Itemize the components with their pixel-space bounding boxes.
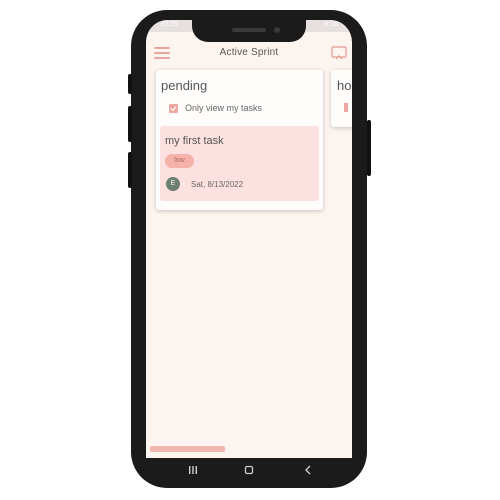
next-column-peek[interactable]: ho xyxy=(331,70,352,127)
phone-volume-down-button xyxy=(128,152,132,188)
column-title: pending xyxy=(161,78,208,93)
filter-label: Only view my tasks xyxy=(185,103,263,113)
task-date: Sat, 8/13/2022 xyxy=(191,180,244,189)
camera-notch xyxy=(192,20,306,42)
cast-icon[interactable] xyxy=(331,46,347,60)
task-card[interactable]: my first task low E Sat, 8/13/2022 xyxy=(160,126,319,201)
android-nav-bar xyxy=(146,458,352,482)
front-camera xyxy=(274,27,280,33)
status-indicator: 5:16 xyxy=(324,21,338,28)
page-title: Active Sprint xyxy=(219,47,279,58)
priority-badge: low xyxy=(165,154,194,168)
next-column-checkbox xyxy=(344,103,348,112)
checkmark-icon xyxy=(170,105,177,111)
horizontal-scrollbar[interactable] xyxy=(150,446,225,452)
home-icon[interactable] xyxy=(242,463,256,477)
assignee-avatar: E xyxy=(166,177,180,191)
phone-power-button xyxy=(367,120,371,176)
status-time: 10:35 xyxy=(160,21,178,28)
back-icon[interactable] xyxy=(301,463,315,477)
task-title: my first task xyxy=(165,135,224,147)
filter-my-tasks[interactable]: Only view my tasks xyxy=(169,102,262,114)
phone-side-button xyxy=(128,74,132,94)
app-screen: 10:35 5:16 Active Sprint pending Only vi… xyxy=(146,20,352,458)
app-bar: Active Sprint xyxy=(146,42,352,68)
only-my-tasks-checkbox[interactable] xyxy=(169,103,178,113)
speaker-grille xyxy=(232,28,266,32)
pending-column: pending Only view my tasks my first task… xyxy=(156,70,323,210)
next-column-title: ho xyxy=(337,78,352,93)
recents-icon[interactable] xyxy=(186,463,200,477)
phone-volume-up-button xyxy=(128,106,132,142)
